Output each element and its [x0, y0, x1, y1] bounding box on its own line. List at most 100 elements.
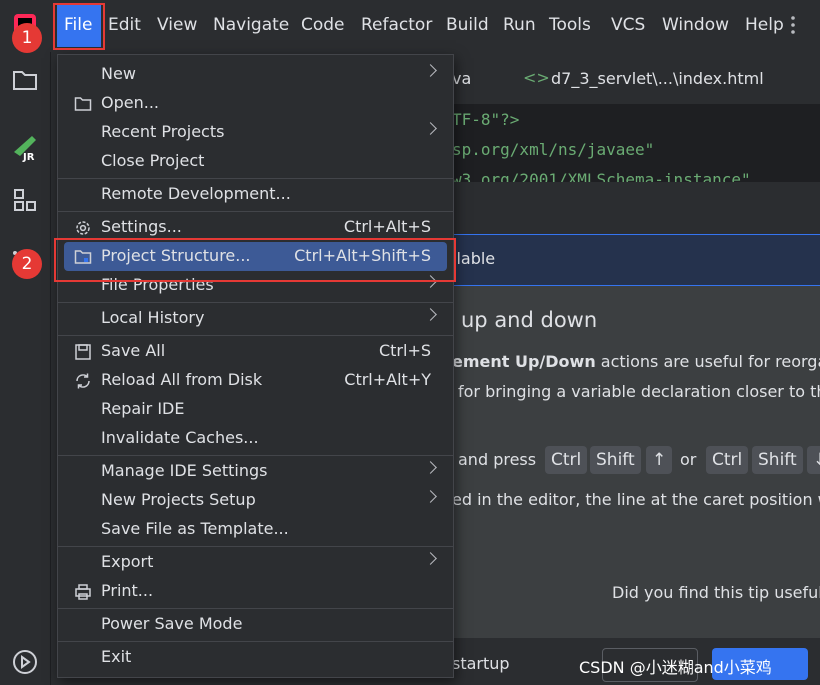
menu-item-repair-ide[interactable]: Repair IDE [58, 395, 453, 424]
menu-item-reload-all[interactable]: Reload All from Disk Ctrl+Alt+Y [58, 366, 453, 395]
folder-icon [74, 95, 92, 113]
menu-item-label: Export [101, 552, 154, 571]
show-on-startup-label[interactable]: startup [452, 654, 510, 673]
submenu-arrow-icon [424, 64, 437, 77]
key-ctrl: Ctrl [545, 446, 588, 474]
menu-item-label: Reload All from Disk [101, 370, 263, 389]
menu-item-label: Invalidate Caches... [101, 428, 259, 447]
menu-item-label: Power Save Mode [101, 614, 243, 633]
menu-item-label: Local History [101, 308, 205, 327]
menu-bar: File Edit View Navigate Code Refactor Bu… [0, 0, 820, 52]
submenu-arrow-icon [424, 461, 437, 474]
menu-item-label: Open... [101, 93, 159, 112]
menu-separator [58, 335, 453, 336]
menu-item-label: Manage IDE Settings [101, 461, 268, 480]
menu-item-label: Print... [101, 581, 154, 600]
menu-item-export[interactable]: Export [58, 548, 453, 577]
tool-window-strip: JR [0, 52, 51, 685]
key-up: ↑ [646, 446, 673, 474]
menu-item-power-save-mode[interactable]: Power Save Mode [58, 610, 453, 639]
tip-paragraph-3: ed in the editor, the line at the caret … [452, 490, 820, 509]
menu-separator [58, 211, 453, 212]
menu-item-local-history[interactable]: Local History [58, 304, 453, 333]
project-folder-icon[interactable] [12, 69, 38, 91]
menu-item-label: Settings... [101, 217, 182, 236]
annotation-box-project-structure [54, 238, 456, 282]
annotation-badge-1: 1 [12, 23, 42, 53]
menu-item-save-all[interactable]: Save All Ctrl+S [58, 337, 453, 366]
svg-text:JR: JR [22, 152, 35, 162]
tip-text-1: actions are useful for reorga [595, 352, 820, 371]
menu-item-label: Repair IDE [101, 399, 185, 418]
menu-separator [58, 178, 453, 179]
submenu-arrow-icon [424, 308, 437, 321]
print-icon [74, 583, 92, 601]
structure-icon[interactable] [13, 188, 37, 212]
menu-item-recent-projects[interactable]: Recent Projects [58, 118, 453, 147]
menu-separator [58, 455, 453, 456]
html-tag-icon: <> [523, 68, 550, 87]
menu-item-new[interactable]: New [58, 60, 453, 89]
menu-item-label: Close Project [101, 151, 205, 170]
tip-paragraph-2: for bringing a variable declaration clos… [458, 382, 820, 401]
menu-item-label: Remote Development... [101, 184, 291, 203]
menu-item-manage-ide-settings[interactable]: Manage IDE Settings [58, 457, 453, 486]
submenu-arrow-icon [424, 552, 437, 565]
tip-feedback-text: Did you find this tip useful [612, 583, 820, 602]
code-line-1: TF-8"?> [452, 110, 520, 129]
menu-item-label: Save All [101, 341, 166, 360]
menu-build[interactable]: Build [446, 15, 489, 35]
menu-item-label: New Projects Setup [101, 490, 256, 509]
menu-view[interactable]: View [157, 15, 197, 35]
menu-item-invalidate-caches[interactable]: Invalidate Caches... [58, 424, 453, 453]
tip-bold-text: ement Up/Down [452, 352, 596, 371]
menu-navigate[interactable]: Navigate [213, 15, 289, 35]
menu-refactor[interactable]: Refactor [361, 15, 432, 35]
jrebel-icon[interactable]: JR [10, 132, 40, 162]
tab-index-html[interactable]: d7_3_servlet\...\index.html [551, 69, 764, 88]
submenu-arrow-icon [424, 490, 437, 503]
menu-tools[interactable]: Tools [549, 15, 591, 35]
menu-item-shortcut: Ctrl+Alt+Y [344, 370, 431, 389]
annotation-box-file [53, 3, 105, 50]
menu-separator [58, 608, 453, 609]
submenu-arrow-icon [424, 122, 437, 135]
save-icon [74, 343, 92, 361]
menu-vcs[interactable]: VCS [611, 15, 645, 35]
tip-paragraph-1: ement Up/Down actions are useful for reo… [452, 352, 820, 371]
menu-window[interactable]: Window [662, 15, 729, 35]
menu-item-shortcut: Ctrl+Alt+S [343, 217, 431, 236]
menu-item-label: Save File as Template... [101, 519, 289, 538]
menu-code[interactable]: Code [301, 15, 345, 35]
menu-item-shortcut: Ctrl+S [378, 341, 431, 360]
menu-help[interactable]: Help [745, 15, 784, 35]
menu-item-save-file-as-template[interactable]: Save File as Template... [58, 515, 453, 544]
annotation-badge-2: 2 [12, 249, 42, 279]
tip-heading: up and down [461, 308, 598, 332]
key-shift: Shift [590, 446, 641, 474]
services-icon[interactable] [11, 648, 39, 676]
menu-item-print[interactable]: Print... [58, 577, 453, 606]
menu-item-label: Exit [101, 647, 132, 666]
tip-press-text: and press [458, 450, 537, 469]
menu-edit[interactable]: Edit [108, 15, 141, 35]
menu-run[interactable]: Run [503, 15, 536, 35]
tab-java[interactable]: va [452, 69, 471, 88]
file-menu-popup: New Open... Recent Projects Close Projec… [57, 54, 454, 678]
code-editor[interactable]: TF-8"?> sp.org/xml/ns/javaee" w3.org/200… [452, 104, 820, 182]
key-shift-2: Shift [752, 446, 803, 474]
menu-item-remote-development[interactable]: Remote Development... [58, 180, 453, 209]
menu-item-close-project[interactable]: Close Project [58, 147, 453, 176]
editor-tab-bar: va <> d7_3_servlet\...\index.html [452, 52, 820, 105]
menu-item-exit[interactable]: Exit [58, 643, 453, 672]
code-line-3: w3.org/2001/XMLSchema-instance" [452, 170, 751, 182]
reload-icon [74, 372, 92, 390]
key-down: ↓ [807, 446, 820, 474]
menu-item-new-projects-setup[interactable]: New Projects Setup [58, 486, 453, 515]
more-icon[interactable] [790, 15, 796, 35]
menu-item-open[interactable]: Open... [58, 89, 453, 118]
gear-icon [74, 219, 92, 237]
tip-banner: ilable [452, 234, 820, 286]
code-line-2: sp.org/xml/ns/javaee" [452, 140, 655, 159]
key-ctrl-2: Ctrl [706, 446, 749, 474]
